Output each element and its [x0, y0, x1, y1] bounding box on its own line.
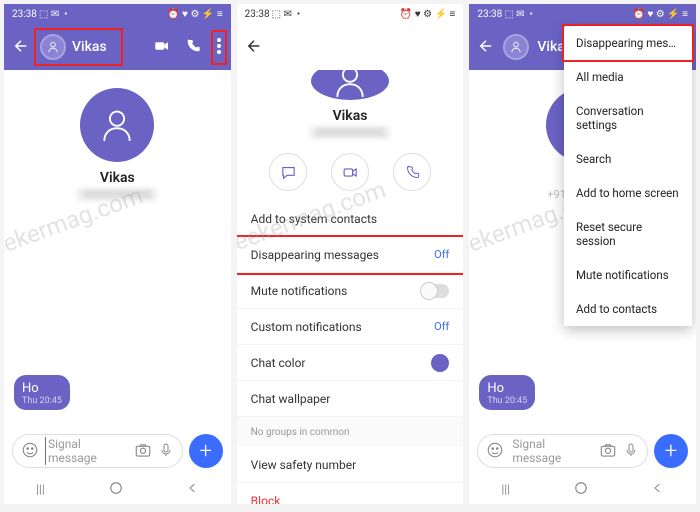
menu-add-to-contacts[interactable]: Add to contacts — [564, 292, 692, 326]
message-input[interactable]: Signal message — [477, 434, 648, 468]
emoji-icon[interactable] — [21, 441, 39, 462]
color-preview — [431, 354, 449, 372]
input-placeholder: Signal message — [510, 437, 593, 465]
menu-search[interactable]: Search — [564, 142, 692, 176]
nav-back-icon[interactable] — [187, 482, 199, 497]
mic-icon[interactable] — [623, 442, 639, 461]
message-bubble[interactable]: Ho Thu 20:45 — [14, 375, 70, 410]
input-placeholder: Signal message — [45, 437, 128, 465]
video-call-icon[interactable] — [153, 37, 171, 58]
more-icon[interactable] — [215, 34, 223, 61]
menu-all-media[interactable]: All media — [564, 60, 692, 94]
setting-disappearing-messages[interactable]: Disappearing messages Off — [237, 237, 464, 273]
back-icon[interactable] — [245, 37, 263, 58]
profile-name: Vikas — [100, 170, 135, 186]
camera-icon[interactable] — [134, 441, 152, 462]
setting-chat-color[interactable]: Chat color — [237, 345, 464, 381]
mic-icon[interactable] — [158, 442, 174, 461]
chat-body: geekermag.com Vikas 00000000000 Ho Thu 2… — [4, 70, 231, 428]
mute-toggle[interactable] — [421, 284, 449, 298]
status-icons: ⏰ ♥ ⚙ ⚡ ≡ — [167, 9, 223, 20]
voice-call-icon[interactable] — [185, 38, 201, 57]
setting-chat-wallpaper[interactable]: Chat wallpaper — [237, 381, 464, 417]
back-icon[interactable] — [477, 37, 495, 58]
menu-disappearing-messages[interactable]: Disappearing messages — [564, 26, 692, 60]
call-action[interactable] — [393, 153, 431, 191]
setting-mute-notifications[interactable]: Mute notifications — [237, 273, 464, 309]
status-bar: 23:38 ⬚ ✉ • ⏰ ♥ ⚙ ⚡ ≡ — [469, 4, 696, 24]
nav-home-icon[interactable] — [574, 481, 588, 498]
avatar-large[interactable] — [80, 88, 154, 162]
screen-chat: 23:38 ⬚ ✉ • ⏰ ♥ ⚙ ⚡ ≡ Vikas — [4, 4, 231, 504]
profile-phone-blurred: 00000000000 — [77, 188, 157, 201]
status-bar: 23:38 ⬚ ✉ • ⏰ ♥ ⚙ ⚡ ≡ — [237, 4, 464, 24]
android-nav: ||| — [4, 474, 231, 504]
profile-name: Vikas — [333, 108, 368, 124]
avatar-large[interactable] — [311, 70, 389, 100]
disappearing-value: Off — [434, 248, 449, 261]
nav-recents-icon[interactable]: ||| — [501, 482, 510, 496]
status-time: 23:38 — [12, 9, 37, 20]
send-button[interactable]: + — [654, 434, 688, 468]
settings-list: Add to system contacts Disappearing mess… — [237, 201, 464, 504]
message-action[interactable] — [269, 153, 307, 191]
menu-add-home-screen[interactable]: Add to home screen — [564, 176, 692, 210]
send-button[interactable]: + — [189, 434, 223, 468]
back-icon[interactable] — [12, 37, 30, 58]
screen-contact-settings: 23:38 ⬚ ✉ • ⏰ ♥ ⚙ ⚡ ≡ geekermag.com Vika… — [237, 4, 464, 504]
input-bar: Signal message + — [4, 428, 231, 474]
setting-add-system-contacts[interactable]: Add to system contacts — [237, 201, 464, 237]
settings-header — [237, 24, 464, 70]
menu-reset-secure-session[interactable]: Reset secure session — [564, 210, 692, 258]
avatar-small[interactable] — [40, 34, 66, 60]
menu-conversation-settings[interactable]: Conversation settings — [564, 94, 692, 142]
nav-home-icon[interactable] — [109, 481, 123, 498]
setting-custom-notifications[interactable]: Custom notifications Off — [237, 309, 464, 345]
settings-body: geekermag.com Vikas 00000000000 Add to s… — [237, 70, 464, 504]
video-action[interactable] — [331, 153, 369, 191]
avatar-small[interactable] — [503, 34, 529, 60]
setting-block[interactable]: Block — [237, 483, 464, 504]
screen-overflow-menu: 23:38 ⬚ ✉ • ⏰ ♥ ⚙ ⚡ ≡ Vikas geekermag.co… — [469, 4, 696, 504]
nav-back-icon[interactable] — [652, 482, 664, 497]
message-bubble[interactable]: Ho Thu 20:45 — [479, 375, 535, 410]
contact-name-header[interactable]: Vikas — [72, 39, 107, 55]
input-bar: Signal message + — [469, 428, 696, 474]
overflow-menu: Disappearing messages All media Conversa… — [564, 26, 692, 326]
android-nav: ||| — [469, 474, 696, 504]
action-row — [269, 153, 431, 191]
message-text: Ho — [22, 381, 62, 396]
emoji-icon[interactable] — [486, 441, 504, 462]
status-bar: 23:38 ⬚ ✉ • ⏰ ♥ ⚙ ⚡ ≡ — [4, 4, 231, 24]
setting-view-safety-number[interactable]: View safety number — [237, 447, 464, 483]
message-timestamp: Thu 20:45 — [22, 396, 62, 406]
message-text: Ho — [487, 381, 527, 396]
camera-icon[interactable] — [599, 441, 617, 462]
menu-mute-notifications[interactable]: Mute notifications — [564, 258, 692, 292]
nav-recents-icon[interactable]: ||| — [36, 482, 45, 496]
chat-header: Vikas — [4, 24, 231, 70]
message-timestamp: Thu 20:45 — [487, 396, 527, 406]
message-input[interactable]: Signal message — [12, 434, 183, 468]
groups-header: No groups in common — [237, 417, 464, 447]
profile-phone-blurred: 00000000000 — [310, 126, 390, 139]
